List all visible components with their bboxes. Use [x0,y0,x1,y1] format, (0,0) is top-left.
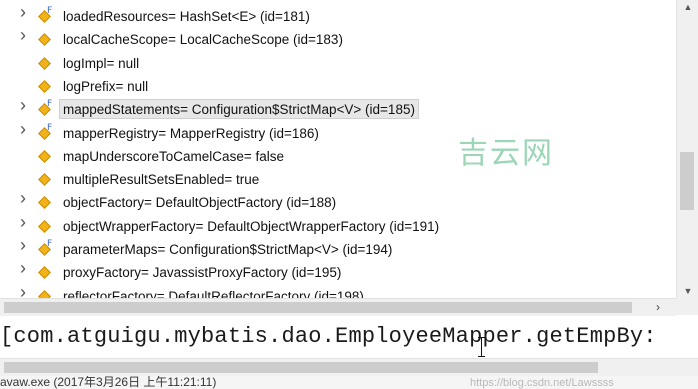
tree-row[interactable]: › objectFactory= DefaultObjectFactory (id… [0,189,676,214]
chevron-right-icon[interactable]: › [16,189,30,207]
tree-row-label-box[interactable]: localCacheScope= LocalCacheScope (id=183… [59,29,347,49]
tree-row-label-box[interactable]: mapUnderscoreToCamelCase= false [59,146,288,166]
chevron-right-icon[interactable]: › [16,96,30,114]
field-diamond-icon [38,290,51,298]
tree-row-label: multipleResultSetsEnabled= true [63,172,260,187]
tree-row-label: localCacheScope= LocalCacheScope (id=183… [63,32,343,47]
detail-horizontal-scroll-thumb[interactable] [4,362,598,373]
tree-row[interactable]: › localCacheScope= LocalCacheScope (id=18… [0,26,676,51]
variables-tree[interactable]: › FloadedResources= HashSet<E> (id=181) › l… [0,0,676,298]
tree-row[interactable]: › FmappedStatements= Configuration$Strict… [0,96,676,121]
tree-row-label-box[interactable]: proxyFactory= JavassistProxyFactory (id=… [59,262,345,282]
field-diamond-icon [38,33,51,46]
tree-row-label: parameterMaps= Configuration$StrictMap<V… [63,242,393,257]
tree-row-label: logPrefix= null [63,79,149,94]
tree-row[interactable]: › proxyFactory= JavassistProxyFactory (id… [0,259,676,284]
field-diamond-icon: F [38,123,52,140]
field-diamond-icon: F [38,239,52,256]
tree-row-label: mapperRegistry= MapperRegistry (id=186) [63,126,319,141]
field-diamond-icon [38,196,51,209]
final-modifier-icon: F [47,239,53,249]
chevron-right-icon[interactable]: › [16,259,30,277]
tree-row-label: reflectorFactory= DefaultReflectorFactor… [63,289,364,298]
watermark-brand: 吉云网 [458,136,554,171]
chevron-right-icon[interactable]: › [16,283,30,298]
tree-row-label-box[interactable]: logImpl= null [59,53,143,73]
tree-row-label-box[interactable]: loadedResources= HashSet<E> (id=181) [59,6,314,26]
field-diamond-icon [38,266,51,279]
tree-row[interactable]: › FmapperRegistry= MapperRegistry (id=186… [0,120,676,145]
final-modifier-icon: F [47,99,53,109]
tree-horizontal-scrollbar[interactable]: › [0,298,676,316]
chevron-right-icon[interactable]: › [16,3,30,21]
tree-row-label: mappedStatements= Configuration$StrictMa… [63,102,415,117]
tree-row[interactable]: logPrefix= null [0,75,676,98]
chevron-right-icon[interactable]: › [16,213,30,231]
text-cursor-icon [478,337,485,357]
tree-row[interactable]: › objectWrapperFactory= DefaultObjectWrap… [0,213,676,238]
final-modifier-icon: F [47,6,53,16]
tree-row-label: objectFactory= DefaultObjectFactory (id=… [63,195,337,210]
field-diamond-icon: F [38,99,52,116]
field-diamond-icon: F [38,6,52,23]
tree-horizontal-scroll-thumb[interactable] [4,302,632,313]
field-diamond-icon [38,220,51,233]
tree-row[interactable]: mapUnderscoreToCamelCase= false [0,145,676,168]
detail-value-text[interactable]: [com.atguigu.mybatis.dao.EmployeeMapper.… [0,324,657,349]
scroll-up-arrow-icon[interactable]: ▲ [677,0,698,14]
tree-vertical-scroll-thumb[interactable] [680,152,694,210]
tree-row-label-box[interactable]: parameterMaps= Configuration$StrictMap<V… [59,239,396,259]
tree-row-label: mapUnderscoreToCamelCase= false [63,149,284,164]
tree-row-label: loadedResources= HashSet<E> (id=181) [63,9,310,24]
tree-vertical-scrollbar[interactable]: ▲ ▼ [676,0,698,298]
tree-row-label-box[interactable]: mappedStatements= Configuration$StrictMa… [59,99,419,119]
final-modifier-icon: F [47,123,53,133]
field-diamond-icon [38,173,51,186]
tree-row-label-box[interactable]: objectWrapperFactory= DefaultObjectWrapp… [59,216,443,236]
chevron-right-icon[interactable]: › [16,236,30,254]
tree-row[interactable]: multipleResultSetsEnabled= true [0,168,676,191]
tree-row-label-box[interactable]: logPrefix= null [59,76,152,96]
field-diamond-icon [38,150,51,163]
scroll-right-arrow-icon[interactable]: › [650,299,666,316]
tree-row-label-box[interactable]: objectFactory= DefaultObjectFactory (id=… [59,192,340,212]
detail-horizontal-scrollbar[interactable] [0,358,698,376]
tree-row[interactable]: › FparameterMaps= Configuration$StrictMap… [0,236,676,261]
tree-row-label-box[interactable]: multipleResultSetsEnabled= true [59,169,263,189]
scrollbar-corner [676,298,698,315]
chevron-right-icon[interactable]: › [16,26,30,44]
tree-row-label: proxyFactory= JavassistProxyFactory (id=… [63,265,342,280]
tree-row[interactable]: › FloadedResources= HashSet<E> (id=181) [0,3,676,28]
tree-row-label-box[interactable]: mapperRegistry= MapperRegistry (id=186) [59,123,323,143]
tree-row[interactable]: logImpl= null [0,52,676,75]
tree-row-label-box[interactable]: reflectorFactory= DefaultReflectorFactor… [59,286,368,298]
tree-row-label: logImpl= null [63,56,140,71]
chevron-right-icon[interactable]: › [16,120,30,138]
tree-row-label: objectWrapperFactory= DefaultObjectWrapp… [63,219,440,234]
watermark-url: https://blog.csdn.net/Lawssss [470,377,614,389]
tree-row[interactable]: › reflectorFactory= DefaultReflectorFacto… [0,283,676,298]
field-diamond-icon [38,57,51,70]
field-diamond-icon [38,80,51,93]
process-status-text: avaw.exe (2017年3月26日 上午11:21:11) [0,376,217,389]
scroll-down-arrow-icon[interactable]: ▼ [677,284,698,298]
